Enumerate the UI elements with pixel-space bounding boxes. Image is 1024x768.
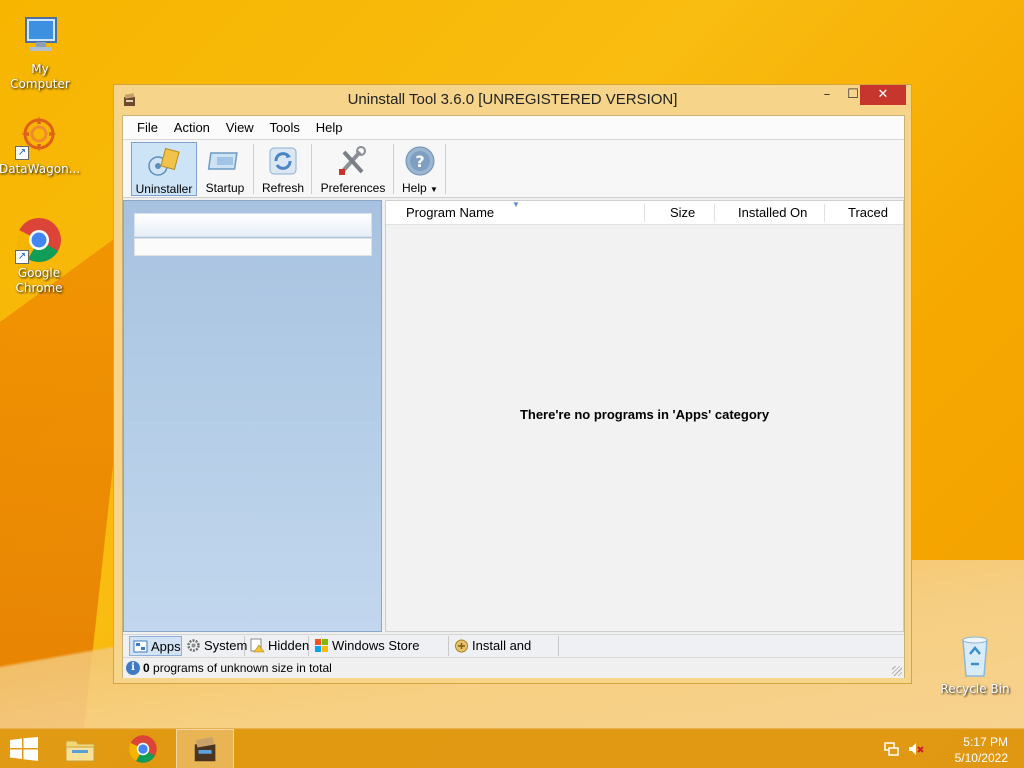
network-icon[interactable] <box>884 741 900 757</box>
gear-icon <box>186 638 201 653</box>
preferences-button[interactable]: Preferences <box>315 142 391 196</box>
install-trace-icon <box>454 638 469 653</box>
column-traced[interactable]: Traced <box>848 201 888 225</box>
refresh-label: Refresh <box>261 181 305 195</box>
menu-file[interactable]: File <box>131 116 164 140</box>
menu-bar: File Action View Tools Help <box>123 116 904 140</box>
help-icon: ? <box>402 145 438 177</box>
tab-hidden[interactable]: Hidden <box>247 636 309 656</box>
taskbar-file-explorer[interactable] <box>52 729 110 768</box>
computer-icon <box>16 12 64 60</box>
toolbar: Uninstaller Startup Refresh Preferences … <box>123 140 904 198</box>
category-pane <box>123 200 382 632</box>
folder-icon <box>65 740 95 762</box>
uninstaller-icon <box>146 146 182 178</box>
desktop-icon-my-computer[interactable]: My Computer <box>0 12 80 92</box>
desktop-icon-label: My Computer <box>10 62 70 91</box>
minimize-button[interactable]: – <box>814 85 840 105</box>
close-button[interactable]: ✕ <box>860 85 906 105</box>
menu-view[interactable]: View <box>220 116 260 140</box>
title-bar[interactable]: Uninstall Tool 3.6.0 [UNREGISTERED VERSI… <box>114 85 911 115</box>
windows-start-icon <box>10 737 38 761</box>
dropdown-arrow-icon: ▼ <box>430 185 438 194</box>
tab-system[interactable]: System <box>183 636 248 656</box>
startup-button[interactable]: Startup <box>199 142 251 196</box>
tools-icon <box>335 145 371 177</box>
taskbar-uninstall-tool[interactable] <box>176 729 234 768</box>
speaker-muted-icon[interactable] <box>908 741 924 757</box>
menu-tools[interactable]: Tools <box>264 116 306 140</box>
uninstaller-label: Uninstaller <box>135 182 193 196</box>
window-client-area: File Action View Tools Help Uninstaller <box>122 115 905 678</box>
refresh-icon <box>265 145 301 177</box>
apps-icon <box>133 639 148 654</box>
help-label-text: Help <box>402 181 427 195</box>
taskbar: 5:17 PM 5/10/2022 <box>0 728 1024 768</box>
column-program-name[interactable]: Program Name <box>406 201 494 225</box>
help-label: Help ▼ <box>397 181 443 195</box>
svg-text:?: ? <box>415 152 424 171</box>
window-title: Uninstall Tool 3.6.0 [UNREGISTERED VERSI… <box>347 91 678 108</box>
empty-list-message: There're no programs in 'Apps' category <box>519 407 770 422</box>
refresh-button[interactable]: Refresh <box>257 142 309 196</box>
taskbar-chrome[interactable] <box>114 729 172 768</box>
chrome-icon: ↗ <box>15 216 63 264</box>
program-list: ▼ Program Name Size Installed On Traced … <box>385 200 904 632</box>
list-header: ▼ Program Name Size Installed On Traced <box>386 200 903 225</box>
status-program-count: 0 <box>143 661 150 675</box>
column-separator <box>714 204 715 222</box>
uninstall-tool-app-icon <box>194 737 216 762</box>
toolbar-separator <box>311 144 312 194</box>
desktop-icon-label: Recycle Bin <box>940 682 1010 696</box>
start-button[interactable] <box>0 729 58 768</box>
help-button[interactable]: ? Help ▼ <box>397 142 443 196</box>
windows-logo-icon <box>314 638 329 653</box>
toolbar-separator <box>253 144 254 194</box>
recycle-bin-icon <box>951 632 999 680</box>
resize-grip[interactable] <box>892 666 902 676</box>
desktop-icon-google-chrome[interactable]: ↗ Google Chrome <box>0 216 79 296</box>
tab-apps[interactable]: Apps <box>129 636 182 656</box>
tab-label: Apps <box>151 639 181 654</box>
uninstall-tool-window: Uninstall Tool 3.6.0 [UNREGISTERED VERSI… <box>113 84 912 684</box>
toolbar-separator <box>393 144 394 194</box>
desktop-icon-label: Google Chrome <box>15 266 63 295</box>
column-size[interactable]: Size <box>670 201 695 225</box>
status-description: programs of unknown size in total <box>149 661 332 675</box>
column-separator <box>824 204 825 222</box>
category-header-bar <box>134 213 372 237</box>
sort-indicator-icon: ▼ <box>512 200 520 209</box>
hidden-warning-icon <box>250 638 265 653</box>
desktop-icon-recycle-bin[interactable]: Recycle Bin <box>935 632 1015 697</box>
startup-label: Startup <box>205 181 245 195</box>
clock-date: 5/10/2022 <box>954 751 1008 765</box>
clock-time: 5:17 PM <box>963 735 1008 749</box>
status-text: 0 programs of unknown size in total <box>143 661 332 675</box>
status-bar: i 0 programs of unknown size in total <box>123 657 904 678</box>
datawagon-logo-icon: ↗ <box>15 112 63 160</box>
toolbar-separator <box>445 144 446 194</box>
tab-label: Hidden <box>268 638 310 653</box>
preferences-label: Preferences <box>320 181 386 195</box>
chrome-icon <box>129 735 157 763</box>
startup-icon <box>207 145 243 177</box>
column-installed-on[interactable]: Installed On <box>738 201 807 225</box>
desktop-icon-datawagon[interactable]: ↗ DataWagon... <box>0 112 81 177</box>
tab-label: System <box>204 638 248 653</box>
menu-help[interactable]: Help <box>310 116 349 140</box>
shortcut-arrow-icon: ↗ <box>15 146 29 160</box>
uninstaller-button[interactable]: Uninstaller <box>131 142 197 196</box>
menu-action[interactable]: Action <box>168 116 216 140</box>
taskbar-clock[interactable]: 5:17 PM 5/10/2022 <box>955 734 1008 766</box>
tab-install-and-trace[interactable]: Install and trace <box>451 636 559 672</box>
info-icon: i <box>126 661 140 675</box>
tab-windows-store-apps[interactable]: Windows Store Apps <box>311 636 449 672</box>
category-tabs: Apps System Hidden Windows Store Apps <box>123 634 904 672</box>
shortcut-arrow-icon: ↗ <box>15 250 29 264</box>
desktop-icon-label: DataWagon... <box>0 162 81 176</box>
system-tray: 5:17 PM 5/10/2022 <box>884 729 1024 768</box>
column-separator <box>644 204 645 222</box>
category-filter-field[interactable] <box>134 238 372 256</box>
